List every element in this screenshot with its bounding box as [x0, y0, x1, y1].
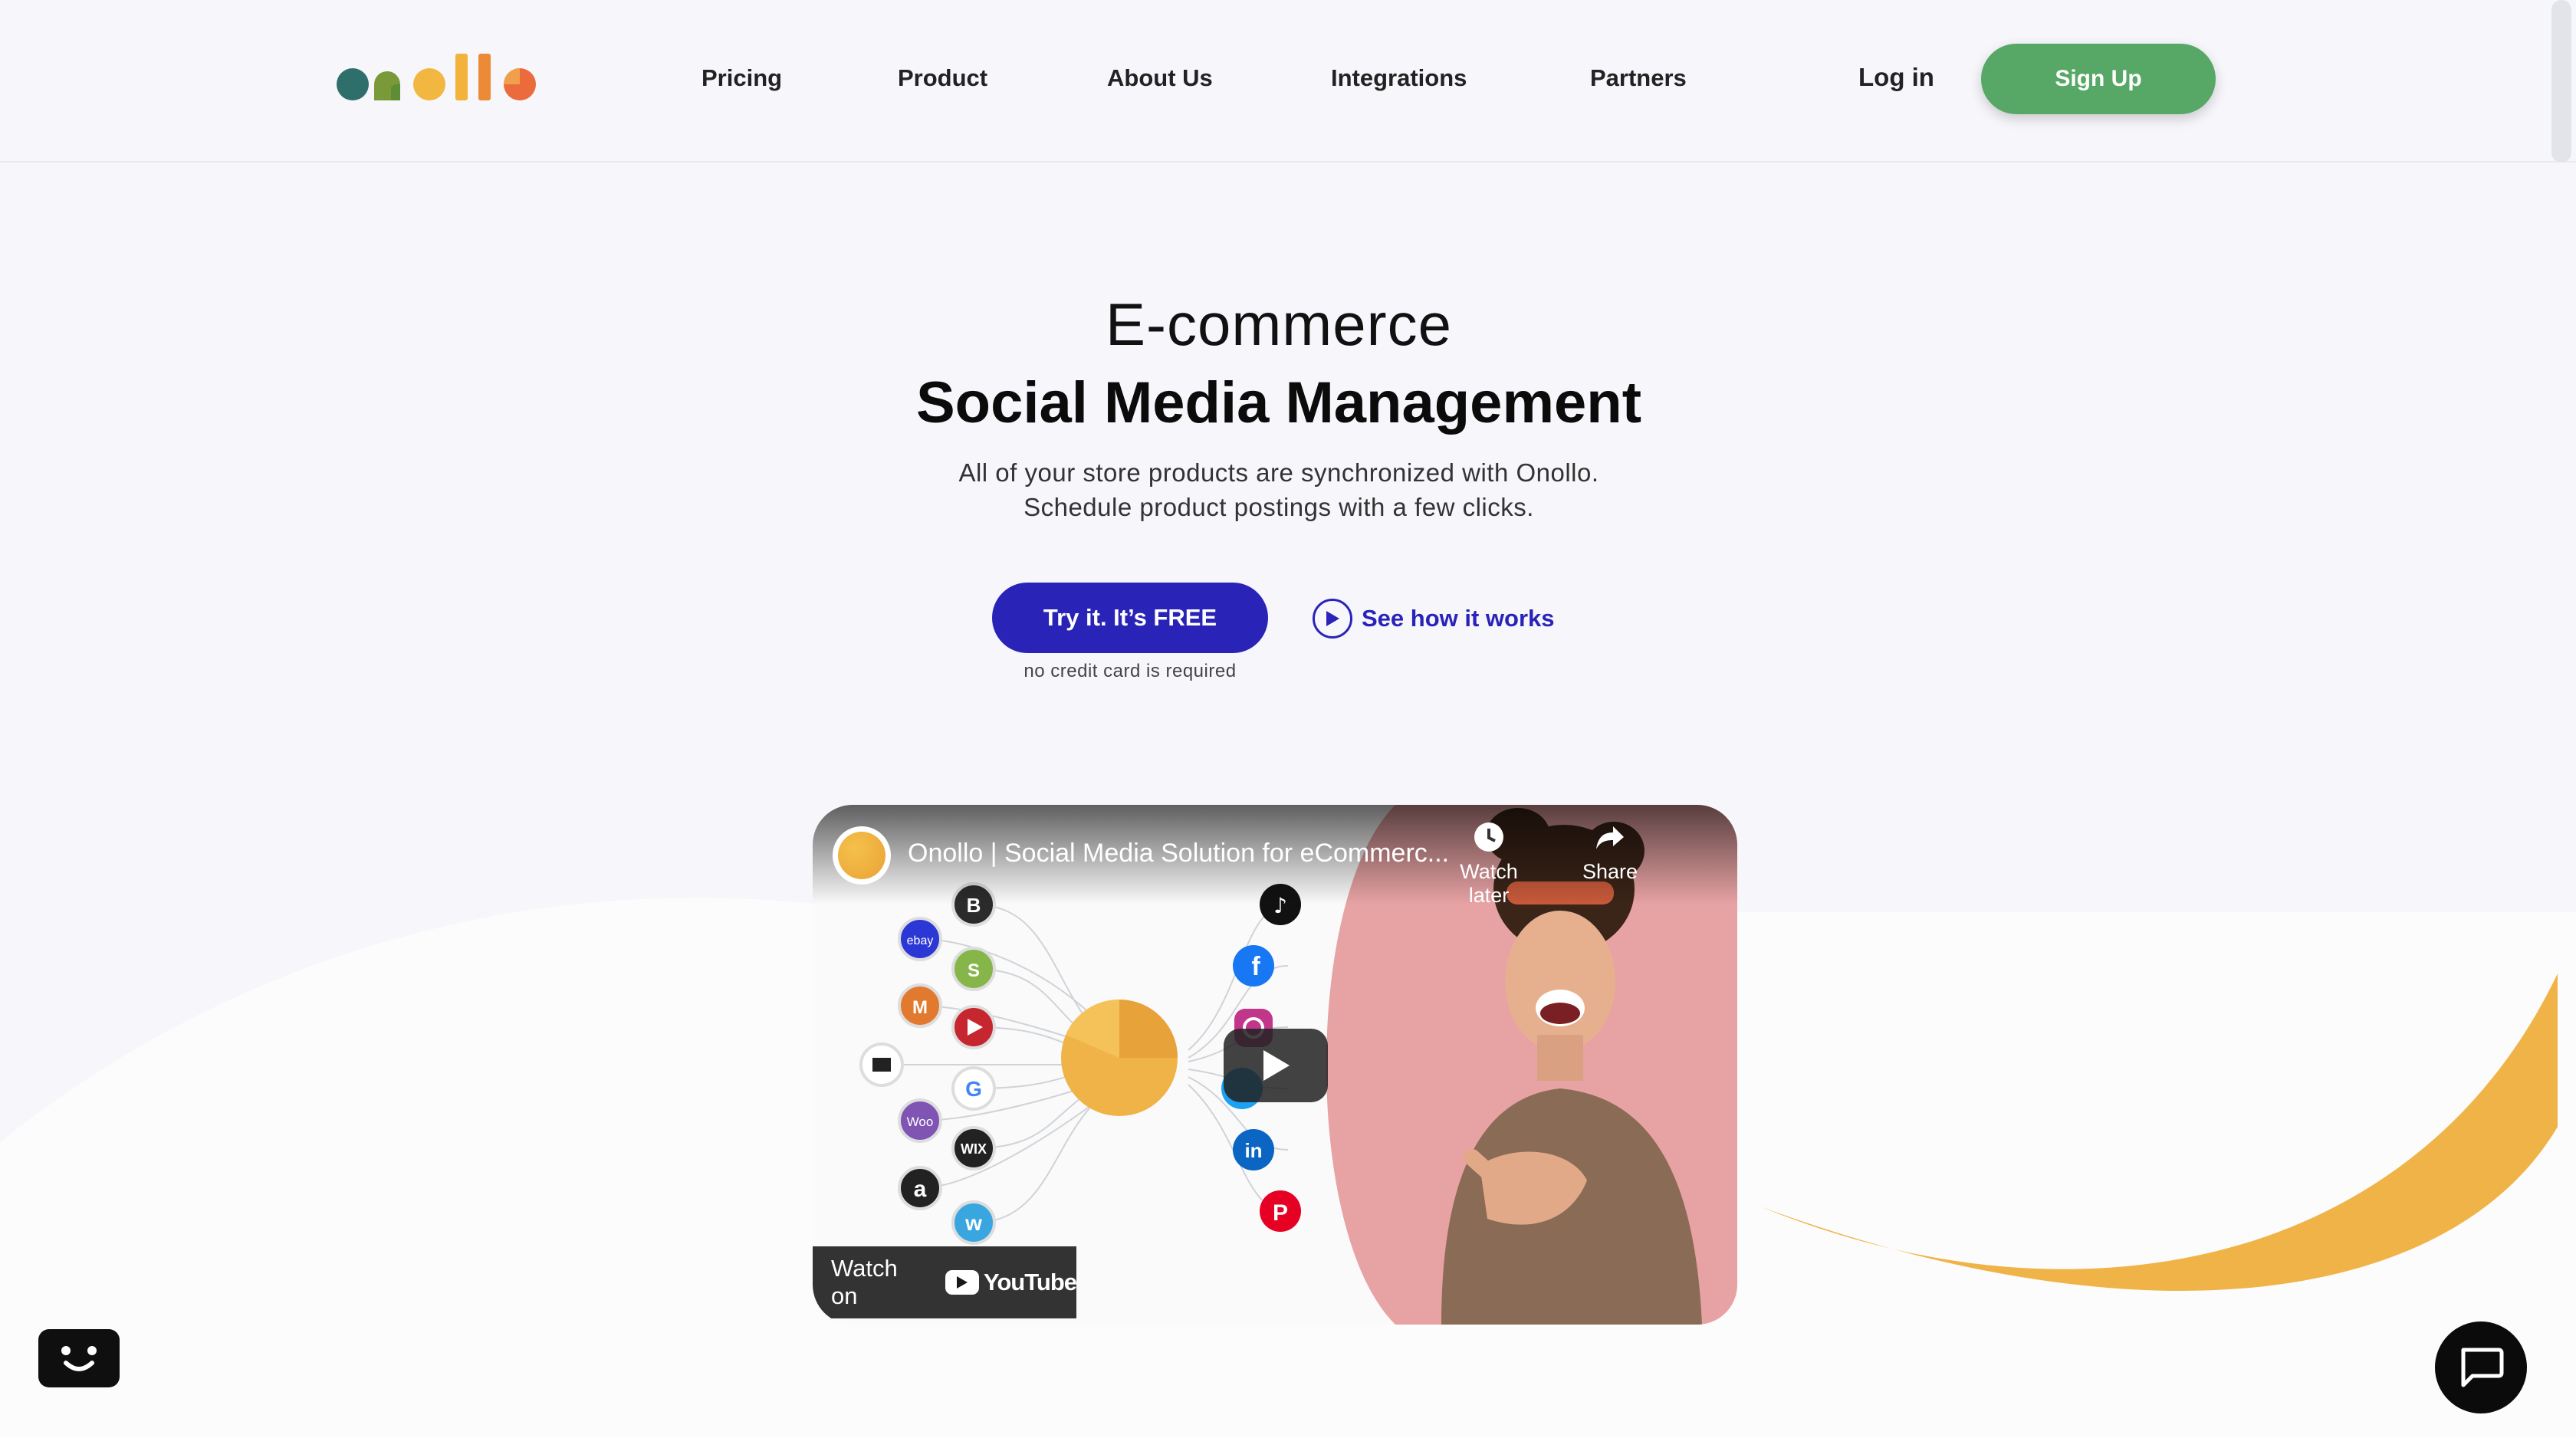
try-free-button[interactable]: Try it. It’s FREE [992, 583, 1268, 653]
hero-subtitle-line-1: All of your store products are synchroni… [958, 458, 1599, 487]
hero-pretitle: E-commerce [1105, 291, 1453, 358]
see-how-it-works-label: See how it works [1362, 605, 1555, 632]
svg-text:M: M [912, 997, 928, 1018]
nav-pricing[interactable]: Pricing [702, 64, 782, 92]
youtube-wordmark: YouTube [984, 1269, 1077, 1295]
watch-on-youtube-button[interactable]: Watch on YouTube [813, 1246, 1077, 1318]
video-play-button[interactable] [1224, 1029, 1328, 1102]
svg-text:w: w [964, 1211, 982, 1235]
site-header: Pricing Product About Us Integrations Pa… [0, 0, 2576, 163]
youtube-logo: YouTube [945, 1269, 1077, 1296]
left-platform-icons: B ebay S M G Woo WIX a w [859, 882, 996, 1245]
hero-subtitle: All of your store products are synchroni… [0, 455, 2558, 524]
watch-later-button[interactable]: Watch later [1443, 820, 1535, 908]
svg-text:S: S [968, 960, 980, 981]
scrollbar-thumb[interactable] [2551, 0, 2571, 163]
hero-subtitle-line-2: Schedule product postings with a few cli… [1024, 493, 1534, 521]
clock-icon [1443, 820, 1535, 860]
video-title[interactable]: Onollo | Social Media Solution for eComm… [908, 839, 1449, 868]
see-how-it-works-link[interactable]: See how it works [1313, 598, 1555, 639]
youtube-play-icon [945, 1270, 979, 1295]
nav-partners[interactable]: Partners [1590, 64, 1687, 92]
no-credit-card-note: no credit card is required [1024, 661, 1237, 681]
share-icon [1564, 820, 1656, 860]
nav-integrations[interactable]: Integrations [1331, 64, 1467, 92]
watch-on-label: Watch on [831, 1255, 898, 1309]
share-button[interactable]: Share [1564, 820, 1656, 884]
svg-text:ebay: ebay [907, 934, 934, 947]
svg-text:in: in [1244, 1139, 1262, 1162]
hero-title: Social Media Management [915, 370, 1642, 435]
svg-text:P: P [1273, 1200, 1288, 1226]
login-link[interactable]: Log in [1858, 63, 1934, 92]
play-circle-icon [1313, 599, 1352, 639]
svg-text:Woo: Woo [907, 1115, 934, 1129]
svg-text:a: a [914, 1177, 927, 1202]
share-label: Share [1582, 860, 1638, 883]
signup-button[interactable]: Sign Up [1981, 44, 2216, 114]
nav-about-us[interactable]: About Us [1107, 64, 1213, 92]
channel-avatar[interactable] [833, 826, 891, 885]
youtube-video-embed[interactable]: B ebay S M G Woo WIX a w ♪ f in P Onollo… [813, 805, 1737, 1325]
onollo-logo[interactable] [334, 49, 540, 104]
watch-later-label: Watch later [1460, 860, 1518, 907]
smiley-face-icon [61, 1346, 97, 1371]
chat-bubble-icon [2461, 1348, 2504, 1387]
play-icon [1263, 1050, 1290, 1081]
svg-text:G: G [965, 1077, 982, 1101]
nav-product[interactable]: Product [898, 64, 987, 92]
svg-text:f: f [1251, 952, 1260, 981]
svg-text:WIX: WIX [961, 1141, 987, 1157]
live-chat-button[interactable] [2435, 1321, 2527, 1413]
chatbot-face-widget[interactable] [38, 1329, 120, 1387]
